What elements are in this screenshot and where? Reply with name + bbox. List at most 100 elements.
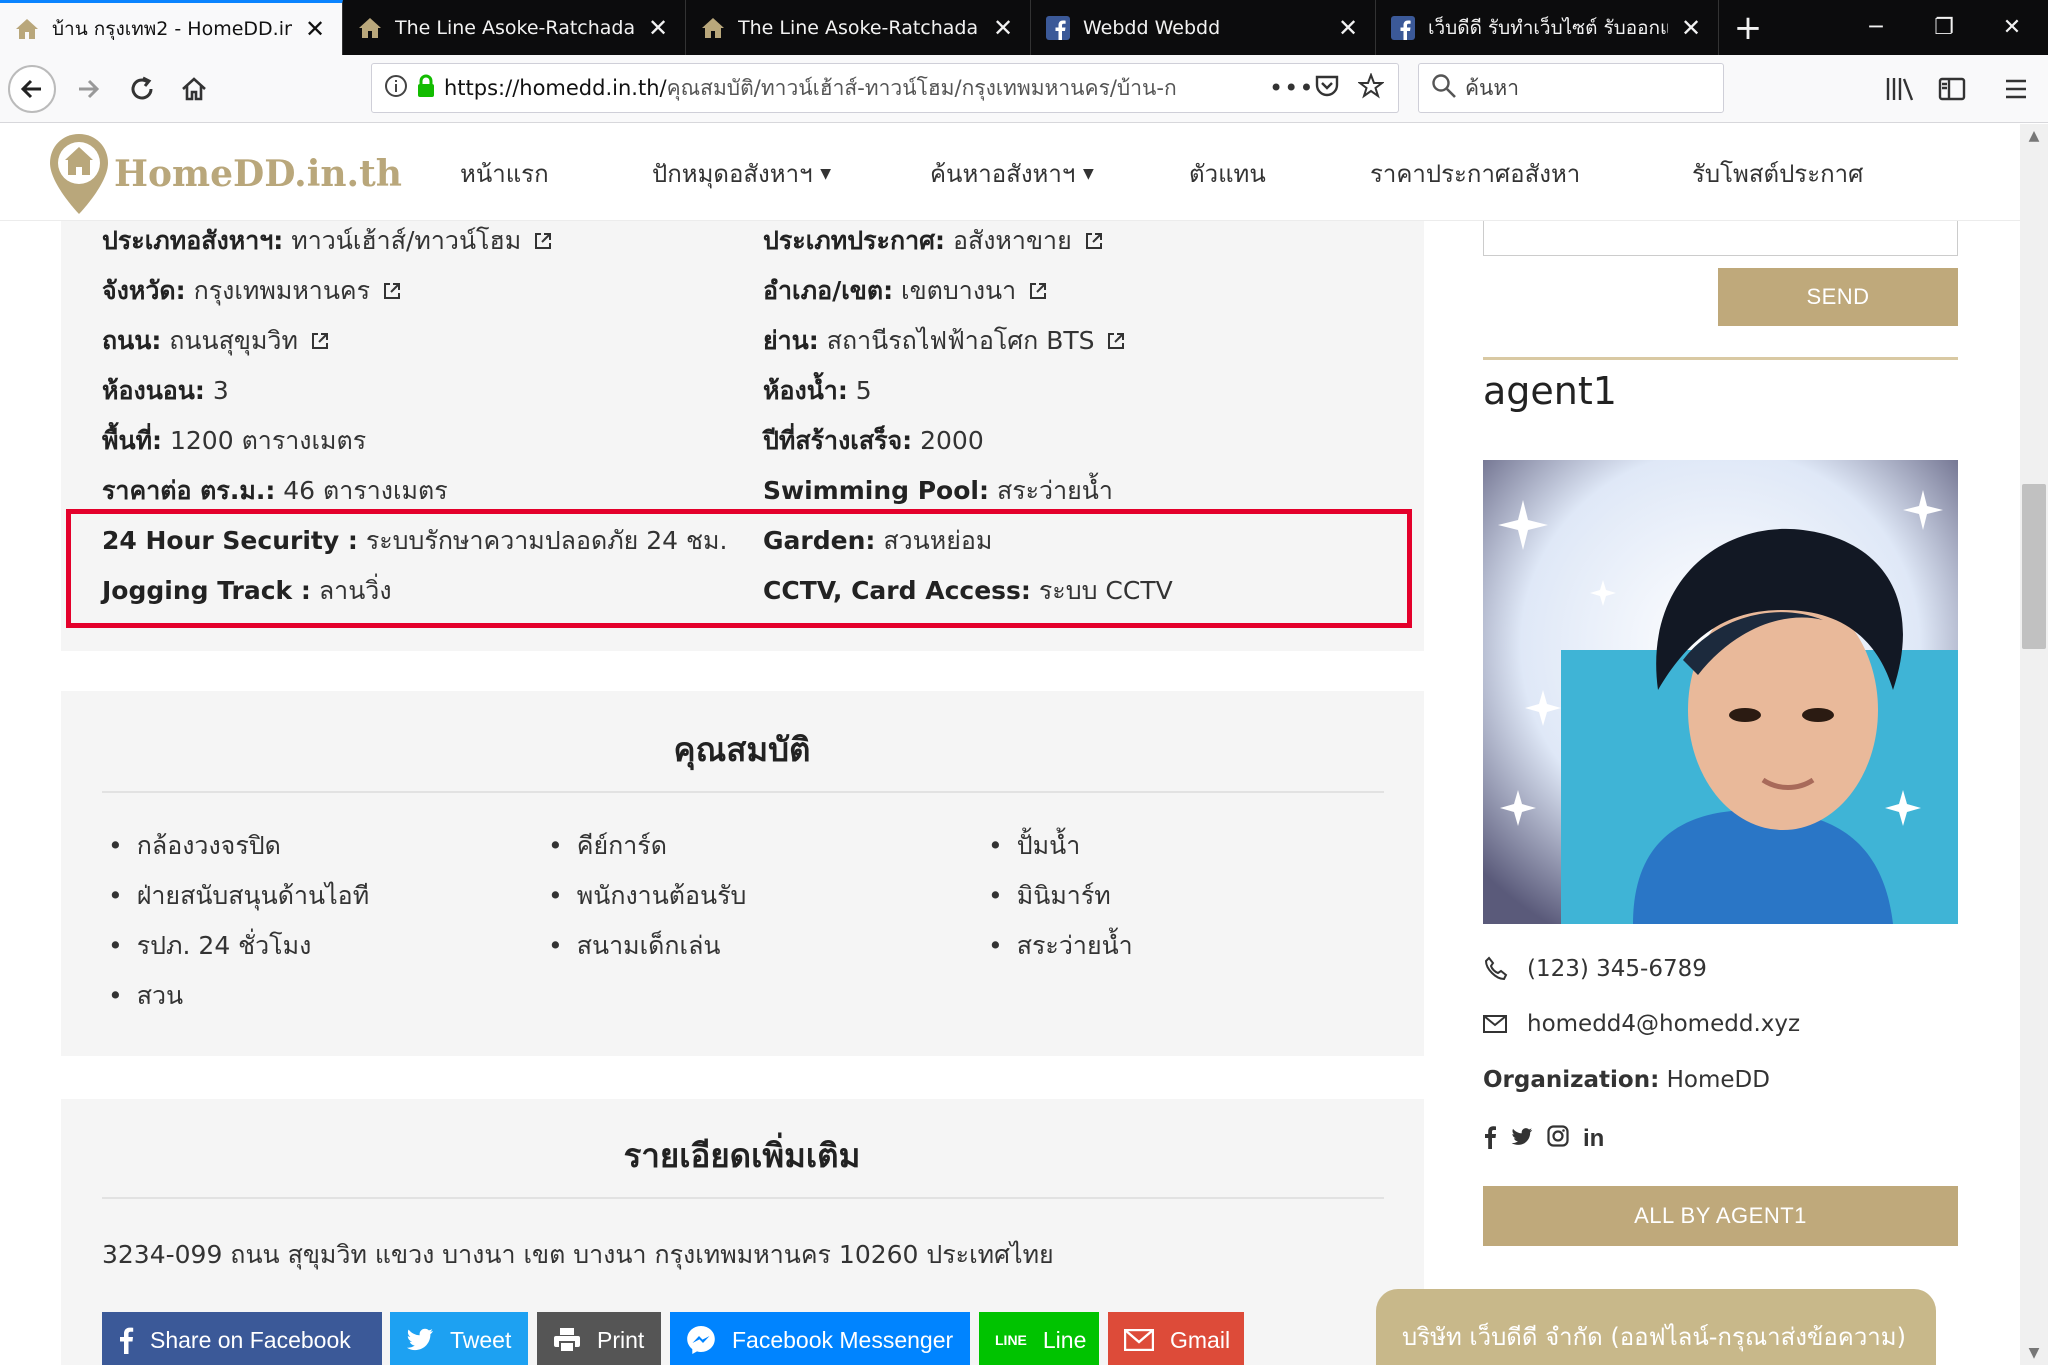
agent-phone[interactable]: (123) 345-6789 [1483,956,1707,982]
detail-area: ย่าน: สถานีรถไฟฟ้าอโศก BTS [763,321,1126,361]
highlight-box [66,509,1412,628]
menu-item-pin-property[interactable]: ปักหมุดอสังหาฯ ▼ [652,154,831,193]
menu-item-post-listing[interactable]: รับโพสต์ประกาศ [1692,154,1863,193]
external-link-icon [1030,283,1047,299]
divider [102,1197,1384,1199]
home-button[interactable] [170,65,218,113]
site-logo[interactable]: HomeDD.in.th [48,132,402,216]
chat-widget[interactable]: บริษัท เว็บดีดี จำกัด (ออฟไลน์-กรุณาส่งข… [1376,1289,1936,1365]
tab-title: The Line Asoke-Ratchada1 [738,16,980,39]
scrollbar-thumb[interactable] [2022,484,2046,649]
feature-item: คีย์การ์ด [548,826,667,866]
browser-tab-active[interactable]: บ้าน กรุงเทพ2 - HomeDD.in. ✕ [0,0,343,55]
tab-title: The Line Asoke-Ratchada1 [395,16,635,39]
share-line-button[interactable]: LINE Line [979,1312,1099,1365]
arrow-left-icon [20,79,41,99]
feature-item: มินิมาร์ท [988,876,1111,916]
menu-item-search-property[interactable]: ค้นหาอสังหาฯ ▼ [930,154,1094,193]
share-facebook-button[interactable]: Share on Facebook [102,1312,382,1365]
share-gmail-button[interactable]: Gmail [1108,1312,1244,1365]
detail-swimming-pool: Swimming Pool: สระว่ายน้ำ [763,476,1113,505]
lock-icon [416,74,436,102]
agent-photo[interactable] [1483,460,1958,924]
property-address: 3234-099 ถนน สุขุมวิท แขวง บางนา เขต บาง… [102,1240,1054,1269]
instagram-icon[interactable] [1547,1125,1569,1155]
external-link-icon [311,333,328,349]
agent-email[interactable]: homedd4@homedd.xyz [1483,1011,1800,1037]
minimize-icon[interactable]: ─ [1842,0,1910,55]
forward-button[interactable] [64,65,112,113]
share-messenger-button[interactable]: Facebook Messenger [670,1312,970,1365]
map-pin-house-icon [50,134,108,214]
caret-down-icon: ▼ [1082,166,1094,182]
agent-social-links: in [1483,1125,1604,1155]
menu-item-prices[interactable]: ราคาประกาศอสังหา [1370,154,1580,193]
feature-item: กล้องวงจรปิด [108,826,281,866]
close-icon[interactable]: ✕ [645,14,671,42]
browser-tab[interactable]: The Line Asoke-Ratchada1 ✕ [686,0,1031,55]
browser-tab[interactable]: เว็บดีดี รับทำเว็บไซต์ รับออกแ ✕ [1376,0,1719,55]
info-icon[interactable] [384,74,408,102]
arrow-right-icon [79,79,100,99]
feature-item: พนักงานต้อนรับ [548,876,747,916]
features-title: คุณสมบัติ [673,730,811,769]
detail-listing-type: ประเภทประกาศ: อสังหาขาย [763,221,1104,261]
close-icon[interactable]: ✕ [990,14,1016,42]
house-favicon-icon [14,16,40,42]
linkedin-icon[interactable]: in [1583,1125,1604,1155]
restore-icon[interactable]: ❐ [1910,0,1978,55]
scroll-down-icon[interactable]: ▼ [2020,1345,2048,1361]
url-bar[interactable]: https://homedd.in.th/คุณสมบัติ/ทาวน์เฮ้า… [371,63,1399,113]
line-icon: LINE [995,1332,1027,1348]
page-scrollbar[interactable]: ▲ ▼ [2020,124,2048,1365]
back-button[interactable] [8,65,56,113]
twitter-icon [406,1328,434,1352]
hamburger-icon [2006,79,2026,99]
agent-organization: Organization: HomeDD [1483,1067,1770,1093]
page-content: ประเภทอสังหาฯ: ทาวน์เฮ้าส์/ทาวน์โฮม ประเ… [0,221,2020,1365]
facebook-icon[interactable] [1483,1125,1497,1155]
scroll-up-icon[interactable]: ▲ [2020,128,2048,144]
detail-property-type: ประเภทอสังหาฯ: ทาวน์เฮ้าส์/ทาวน์โฮม [102,221,553,261]
send-button[interactable]: SEND [1718,268,1958,326]
facebook-icon [118,1326,134,1354]
message-textarea[interactable] [1483,221,1958,256]
menu-button[interactable] [1992,65,2040,113]
all-by-agent-button[interactable]: ALL BY AGENT1 [1483,1186,1958,1246]
house-favicon-icon [700,15,726,41]
menu-item-agents[interactable]: ตัวแทน [1189,154,1266,193]
share-print-button[interactable]: Print [537,1312,661,1365]
menu-item-home[interactable]: หน้าแรก [460,154,549,193]
detail-price-per-sqm: ราคาต่อ ตร.ม.: 46 ตารางเมตร [102,476,448,505]
detail-road: ถนน: ถนนสุขุมวิท [102,321,330,361]
close-icon[interactable]: ✕ [302,15,328,43]
tab-title: เว็บดีดี รับทำเว็บไซต์ รับออกแ [1428,16,1668,39]
sidebar-toggle-button[interactable] [1928,65,1976,113]
search-bar[interactable]: ค้นหา [1418,63,1724,113]
pocket-icon[interactable] [1314,74,1340,102]
detail-bedrooms: ห้องนอน: 3 [102,376,229,405]
bookmark-star-icon[interactable] [1357,72,1385,103]
more-actions-icon[interactable]: ••• [1269,74,1314,102]
twitter-icon[interactable] [1511,1125,1533,1155]
share-tweet-button[interactable]: Tweet [390,1312,528,1365]
reload-icon [131,76,153,100]
close-icon[interactable]: ✕ [1678,14,1704,42]
window-close-icon[interactable]: ✕ [1978,0,2046,55]
browser-tab[interactable]: Webdd Webdd ✕ [1031,0,1376,55]
phone-icon [1483,956,1511,982]
browser-tab[interactable]: The Line Asoke-Ratchada1 ✕ [343,0,686,55]
tab-title: Webdd Webdd [1083,16,1221,39]
feature-item: สระว่ายน้ำ [988,926,1133,966]
library-button[interactable] [1876,65,1924,113]
new-tab-button[interactable]: + [1719,0,1777,55]
reload-button[interactable] [118,65,166,113]
facebook-favicon-icon [1390,15,1416,41]
external-link-icon [1085,233,1102,249]
divider [1483,357,1958,360]
feature-item: สนามเด็กเล่น [548,926,721,966]
external-link-icon [535,233,552,249]
printer-icon [553,1327,581,1353]
sidebar-icon [1938,77,1966,101]
close-icon[interactable]: ✕ [1335,14,1361,42]
